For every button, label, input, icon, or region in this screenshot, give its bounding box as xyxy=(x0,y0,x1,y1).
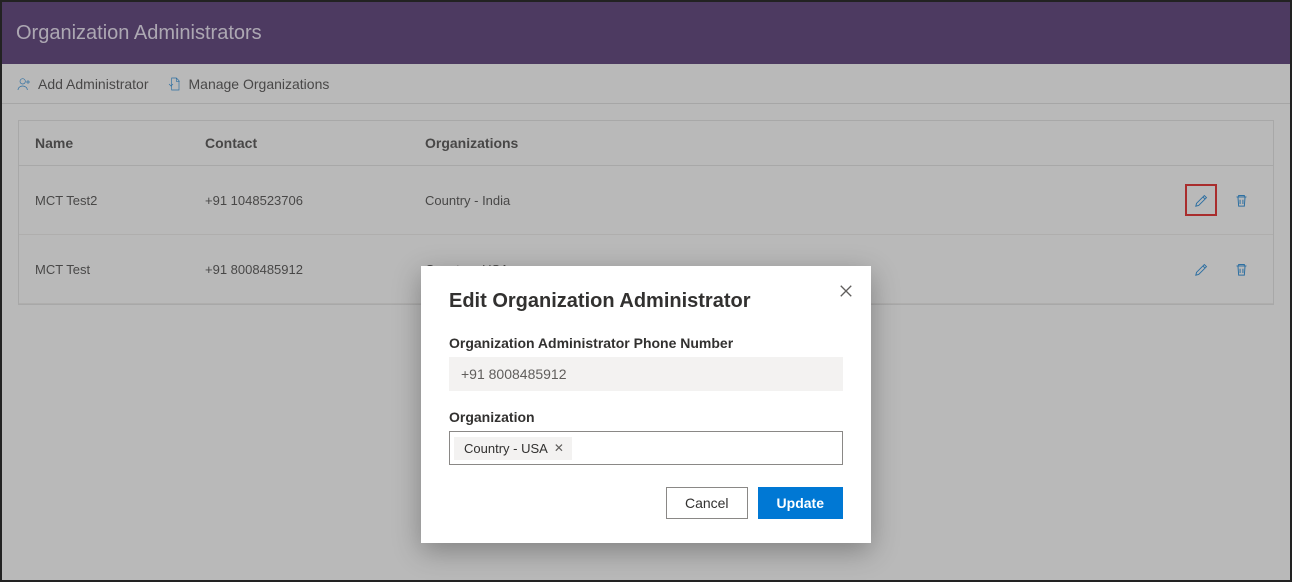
close-icon xyxy=(839,284,853,298)
phone-field: +91 8008485912 xyxy=(449,357,843,391)
organization-chip-label: Country - USA xyxy=(464,441,548,456)
organization-picker[interactable]: Country - USA ✕ xyxy=(449,431,843,465)
modal-overlay[interactable]: Edit Organization Administrator Organiza… xyxy=(2,2,1290,580)
organization-chip: Country - USA ✕ xyxy=(454,437,572,460)
update-button[interactable]: Update xyxy=(758,487,843,519)
cancel-button[interactable]: Cancel xyxy=(666,487,748,519)
close-button[interactable] xyxy=(839,284,853,303)
chip-remove-button[interactable]: ✕ xyxy=(554,441,564,455)
edit-admin-dialog: Edit Organization Administrator Organiza… xyxy=(421,266,871,543)
dialog-title: Edit Organization Administrator xyxy=(449,290,843,313)
phone-label: Organization Administrator Phone Number xyxy=(449,335,843,351)
organization-label: Organization xyxy=(449,409,843,425)
